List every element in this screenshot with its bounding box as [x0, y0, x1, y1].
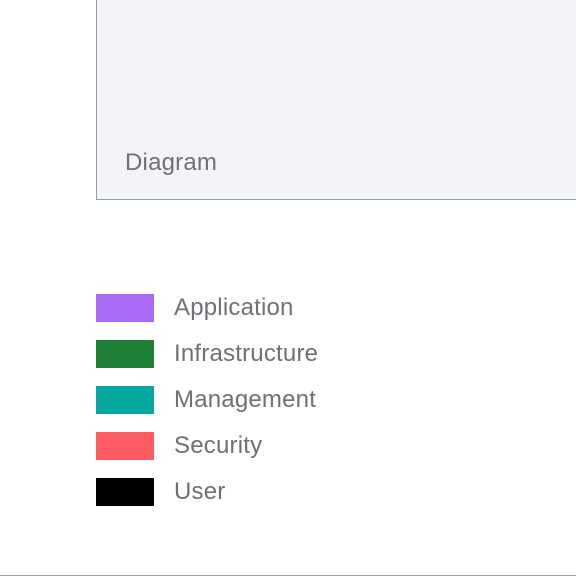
- legend-item: Security: [96, 432, 318, 460]
- legend-swatch-infrastructure: [96, 340, 154, 368]
- legend-item: Management: [96, 386, 318, 414]
- legend-swatch-application: [96, 294, 154, 322]
- legend-item: Infrastructure: [96, 340, 318, 368]
- legend-swatch-management: [96, 386, 154, 414]
- legend-label: Management: [174, 386, 316, 414]
- legend-swatch-user: [96, 478, 154, 506]
- legend: Application Infrastructure Management Se…: [96, 294, 318, 506]
- legend-item: User: [96, 478, 318, 506]
- diagram-placeholder: Diagram: [96, 0, 576, 200]
- legend-swatch-security: [96, 432, 154, 460]
- legend-label: User: [174, 478, 225, 506]
- legend-label: Security: [174, 432, 262, 460]
- legend-item: Application: [96, 294, 318, 322]
- bottom-divider: [0, 575, 576, 576]
- legend-label: Application: [174, 294, 294, 322]
- legend-label: Infrastructure: [174, 340, 318, 368]
- diagram-label: Diagram: [125, 149, 217, 177]
